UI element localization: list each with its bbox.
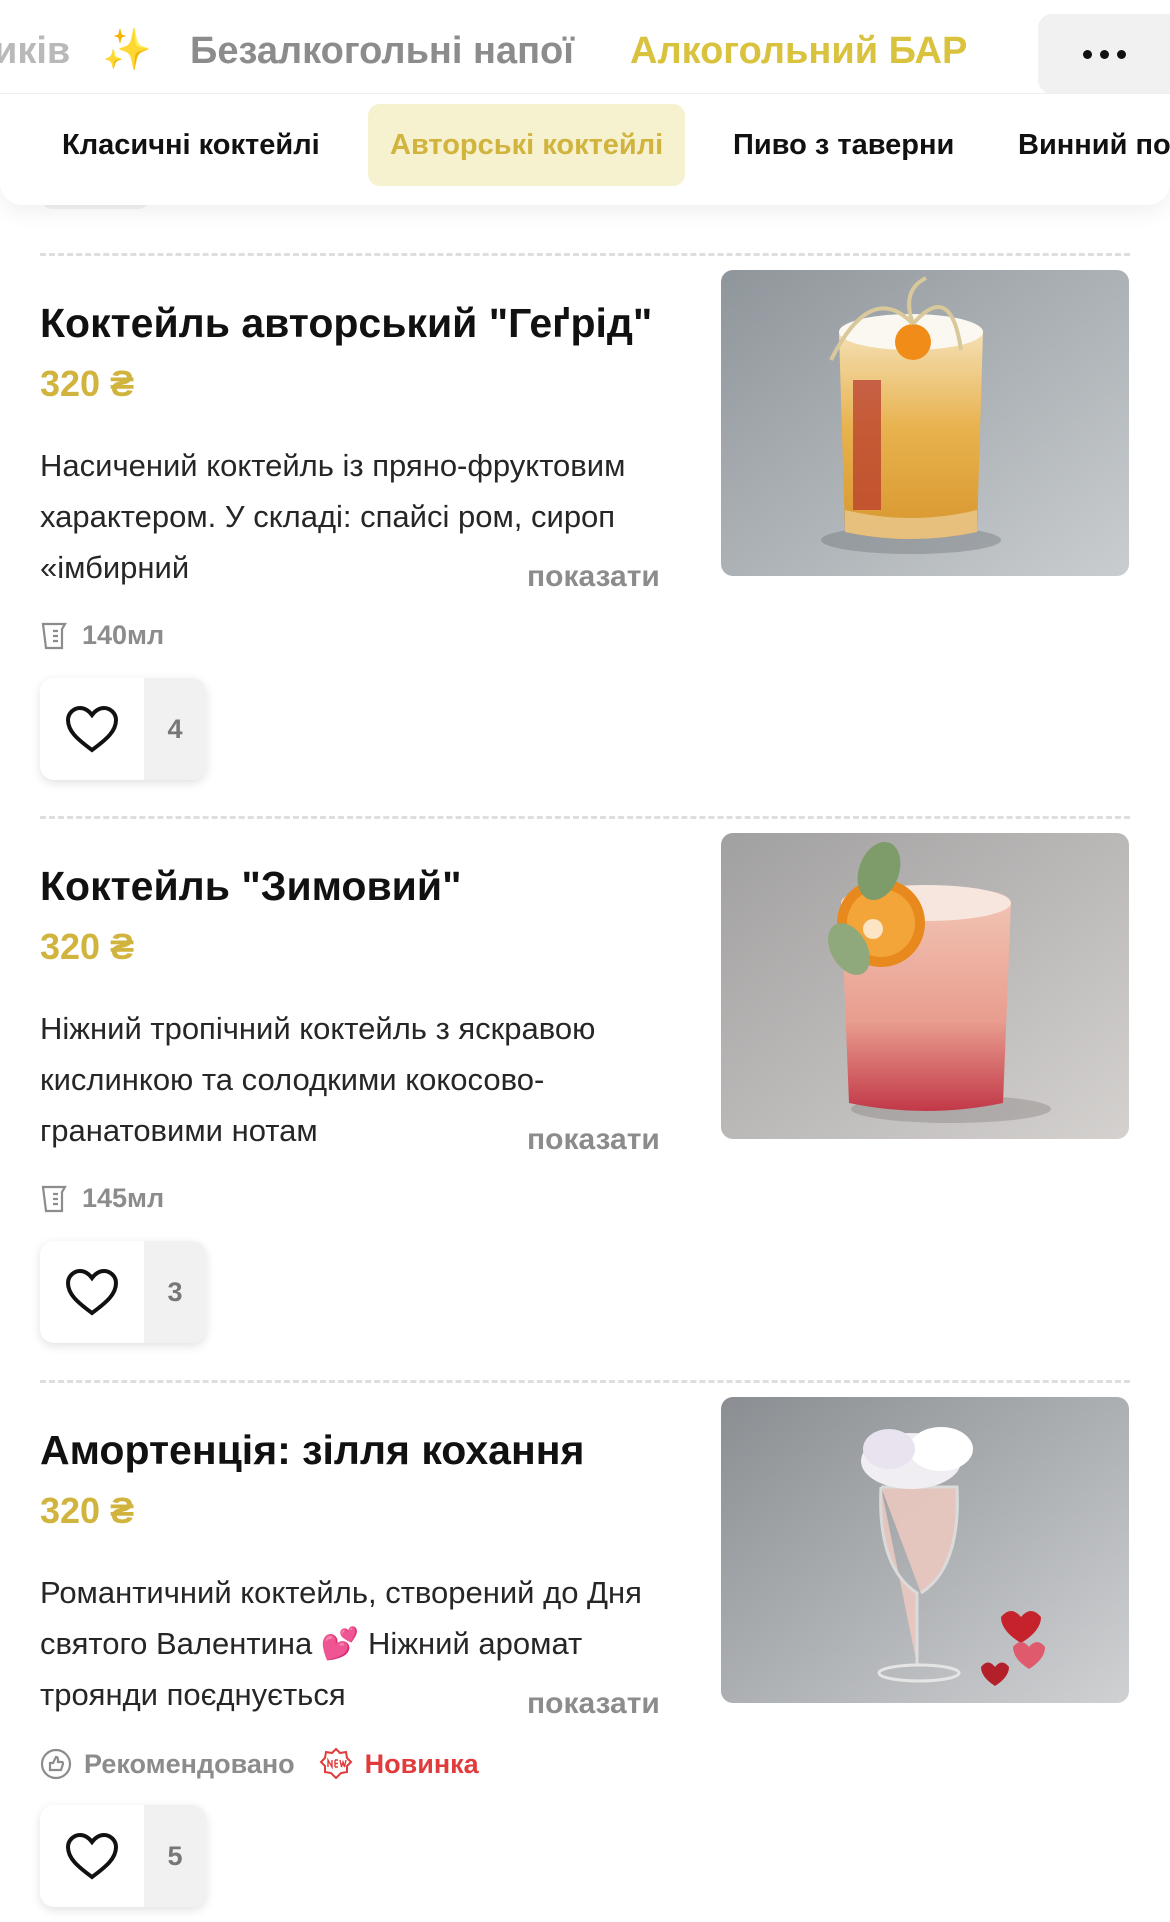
dot-icon bbox=[1116, 49, 1126, 59]
item-meta: Рекомендовано Новинка bbox=[40, 1747, 503, 1781]
item-volume: 140мл bbox=[82, 620, 165, 650]
show-more-link[interactable]: показати bbox=[527, 552, 660, 602]
heart-icon bbox=[40, 1805, 144, 1907]
like-button[interactable]: 4 bbox=[40, 678, 206, 780]
product-photo[interactable] bbox=[721, 833, 1129, 1139]
item-price: 320 ₴ bbox=[40, 1490, 135, 1531]
like-button[interactable]: 3 bbox=[40, 1241, 206, 1343]
divider bbox=[40, 1380, 1130, 1383]
like-count: 3 bbox=[144, 1241, 206, 1343]
item-title: Коктейль "Зимовий" bbox=[40, 863, 462, 909]
like-count: 4 bbox=[144, 678, 206, 780]
category-tabs: иків ✨ Безалкогольні напої Алкогольний Б… bbox=[0, 0, 1170, 94]
heart-icon bbox=[40, 1241, 144, 1343]
tab-classic-cocktails[interactable]: Класичні коктейлі bbox=[40, 104, 342, 186]
item-title: Амортенція: зілля кохання bbox=[40, 1427, 585, 1473]
measuring-cup-icon bbox=[41, 622, 67, 649]
more-options-button[interactable] bbox=[1038, 14, 1170, 93]
item-price: 320 ₴ bbox=[40, 363, 135, 404]
item-volume: 145мл bbox=[82, 1183, 165, 1213]
item-meta: 140мл bbox=[40, 620, 164, 651]
like-count: 5 bbox=[144, 1805, 206, 1907]
dot-icon bbox=[1082, 49, 1092, 59]
item-title: Коктейль авторський "Геґрід" bbox=[40, 300, 653, 346]
new-label: Новинка bbox=[364, 1748, 479, 1779]
tab-wine[interactable]: Винний по bbox=[996, 104, 1170, 186]
item-price: 320 ₴ bbox=[40, 926, 135, 967]
measuring-cup-icon bbox=[41, 1185, 67, 1212]
item-meta: 145мл bbox=[40, 1183, 164, 1214]
subcategory-tabs: Класичні коктейлі Авторські коктейлі Пив… bbox=[0, 104, 1170, 188]
tab-alcohol-bar[interactable]: Алкогольний БАР bbox=[630, 30, 967, 73]
divider bbox=[40, 816, 1130, 819]
heart-icon bbox=[40, 678, 144, 780]
show-more-link[interactable]: показати bbox=[527, 1115, 660, 1165]
tab-non-alcoholic-drinks[interactable]: Безалкогольні напої bbox=[190, 30, 574, 73]
tab-category-partial[interactable]: иків bbox=[0, 30, 70, 73]
recommended-label: Рекомендовано bbox=[84, 1748, 295, 1779]
sparkle-icon: ✨ bbox=[102, 28, 152, 72]
thumbs-up-icon bbox=[40, 1748, 72, 1780]
top-navigation: иків ✨ Безалкогольні напої Алкогольний Б… bbox=[0, 0, 1170, 205]
like-button[interactable]: 5 bbox=[40, 1805, 206, 1907]
menu-item[interactable]: Амортенція: зілля кохання 320 ₴ Романтич… bbox=[0, 1397, 1170, 1922]
new-badge: Новинка bbox=[319, 1747, 479, 1781]
new-icon bbox=[319, 1747, 353, 1780]
tab-signature-cocktails[interactable]: Авторські коктейлі bbox=[368, 104, 686, 186]
dot-icon bbox=[1099, 49, 1109, 59]
divider bbox=[40, 253, 1130, 256]
menu-item[interactable]: Коктейль авторський "Геґрід" 320 ₴ Насич… bbox=[0, 270, 1170, 860]
recommended-badge: Рекомендовано bbox=[40, 1748, 295, 1780]
tab-tavern-beer[interactable]: Пиво з таверни bbox=[711, 104, 976, 186]
product-photo[interactable] bbox=[721, 270, 1129, 576]
menu-item[interactable]: Коктейль "Зимовий" 320 ₴ Ніжний тропічни… bbox=[0, 833, 1170, 1423]
product-photo[interactable] bbox=[721, 1397, 1129, 1703]
show-more-link[interactable]: показати bbox=[527, 1679, 660, 1729]
